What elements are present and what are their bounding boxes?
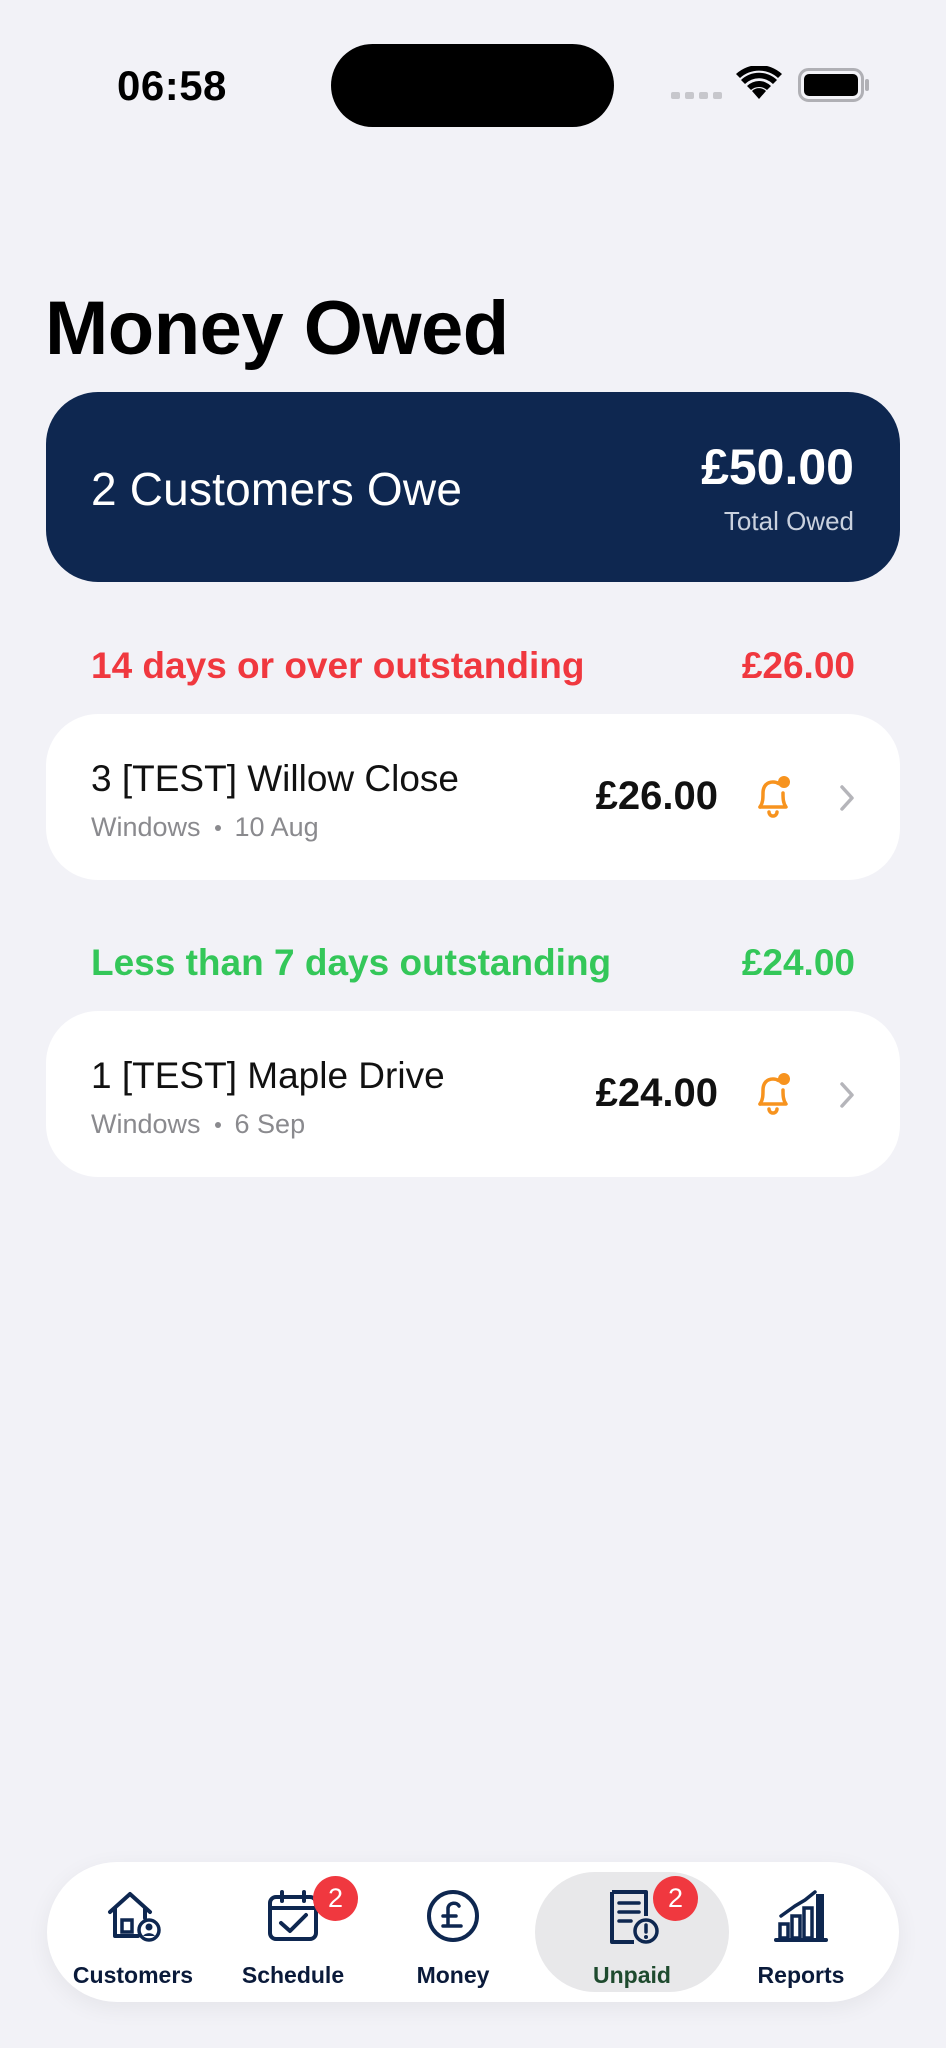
due-date: 10 Aug [234,812,319,842]
dynamic-island [331,44,614,127]
customer-row[interactable]: 3 [TEST] Willow Close Windows 10 Aug £26… [46,714,900,880]
section-label: Less than 7 days outstanding [91,942,612,983]
section-header-recent: Less than 7 days outstanding £24.00 [91,942,855,984]
bell-icon[interactable] [752,1071,794,1122]
tab-money[interactable]: Money [383,1862,523,2002]
tab-label: Customers [72,1962,194,1988]
total-owed-block: £50.00 Total Owed [701,438,854,537]
house-person-icon [104,1888,162,1947]
page-title: Money Owed [45,286,509,371]
customer-row[interactable]: 1 [TEST] Maple Drive Windows 6 Sep £24.0… [46,1011,900,1177]
customer-address: 1 [TEST] Maple Drive [91,1055,445,1096]
chevron-right-icon [838,784,856,817]
customer-address: 3 [TEST] Willow Close [91,758,460,799]
tab-reports[interactable]: Reports [721,1862,881,2002]
service-name: Windows [91,812,201,842]
service-name: Windows [91,1109,201,1139]
amount-owed: £24.00 [595,1071,718,1115]
separator-dot [214,1121,221,1128]
tab-label: Unpaid [593,1962,671,1988]
row-subtitle: Windows 6 Sep [91,1109,305,1140]
pound-circle-icon [425,1888,481,1949]
total-owed-caption: Total Owed [723,506,854,536]
tab-label: Reports [757,1962,845,1988]
section-header-overdue: 14 days or over outstanding £26.00 [91,645,855,687]
battery-icon [798,68,870,107]
separator-dot [214,824,221,831]
amount-owed: £26.00 [595,774,718,818]
tab-label: Schedule [241,1962,345,1988]
bell-icon[interactable] [752,774,794,825]
notification-badge: 2 [653,1876,698,1921]
section-total: £24.00 [741,942,855,983]
wifi-icon [736,65,782,105]
tab-customers[interactable]: Customers [63,1862,203,2002]
section-total: £26.00 [741,645,855,686]
status-time: 06:58 [117,62,227,109]
notification-badge: 2 [313,1876,358,1921]
summary-card: 2 Customers Owe £50.00 Total Owed [46,392,900,582]
receipt-alert-icon [604,1888,660,1951]
total-owed-amount: £50.00 [701,439,854,495]
tab-unpaid[interactable]: 2 Unpaid [535,1872,729,1992]
tab-bar: Customers 2 Schedule Money 2 Unpaid Repo… [47,1862,899,2002]
tab-schedule[interactable]: 2 Schedule [223,1862,363,2002]
chevron-right-icon [838,1081,856,1114]
section-label: 14 days or over outstanding [91,645,585,686]
row-subtitle: Windows 10 Aug [91,812,319,843]
due-date: 6 Sep [234,1109,306,1139]
bar-chart-icon [773,1888,829,1949]
cellular-signal-icon [671,92,722,99]
status-bar: 06:58 [0,0,946,160]
customers-owe-label: 2 Customers Owe [91,463,463,515]
tab-label: Money [416,1962,490,1988]
